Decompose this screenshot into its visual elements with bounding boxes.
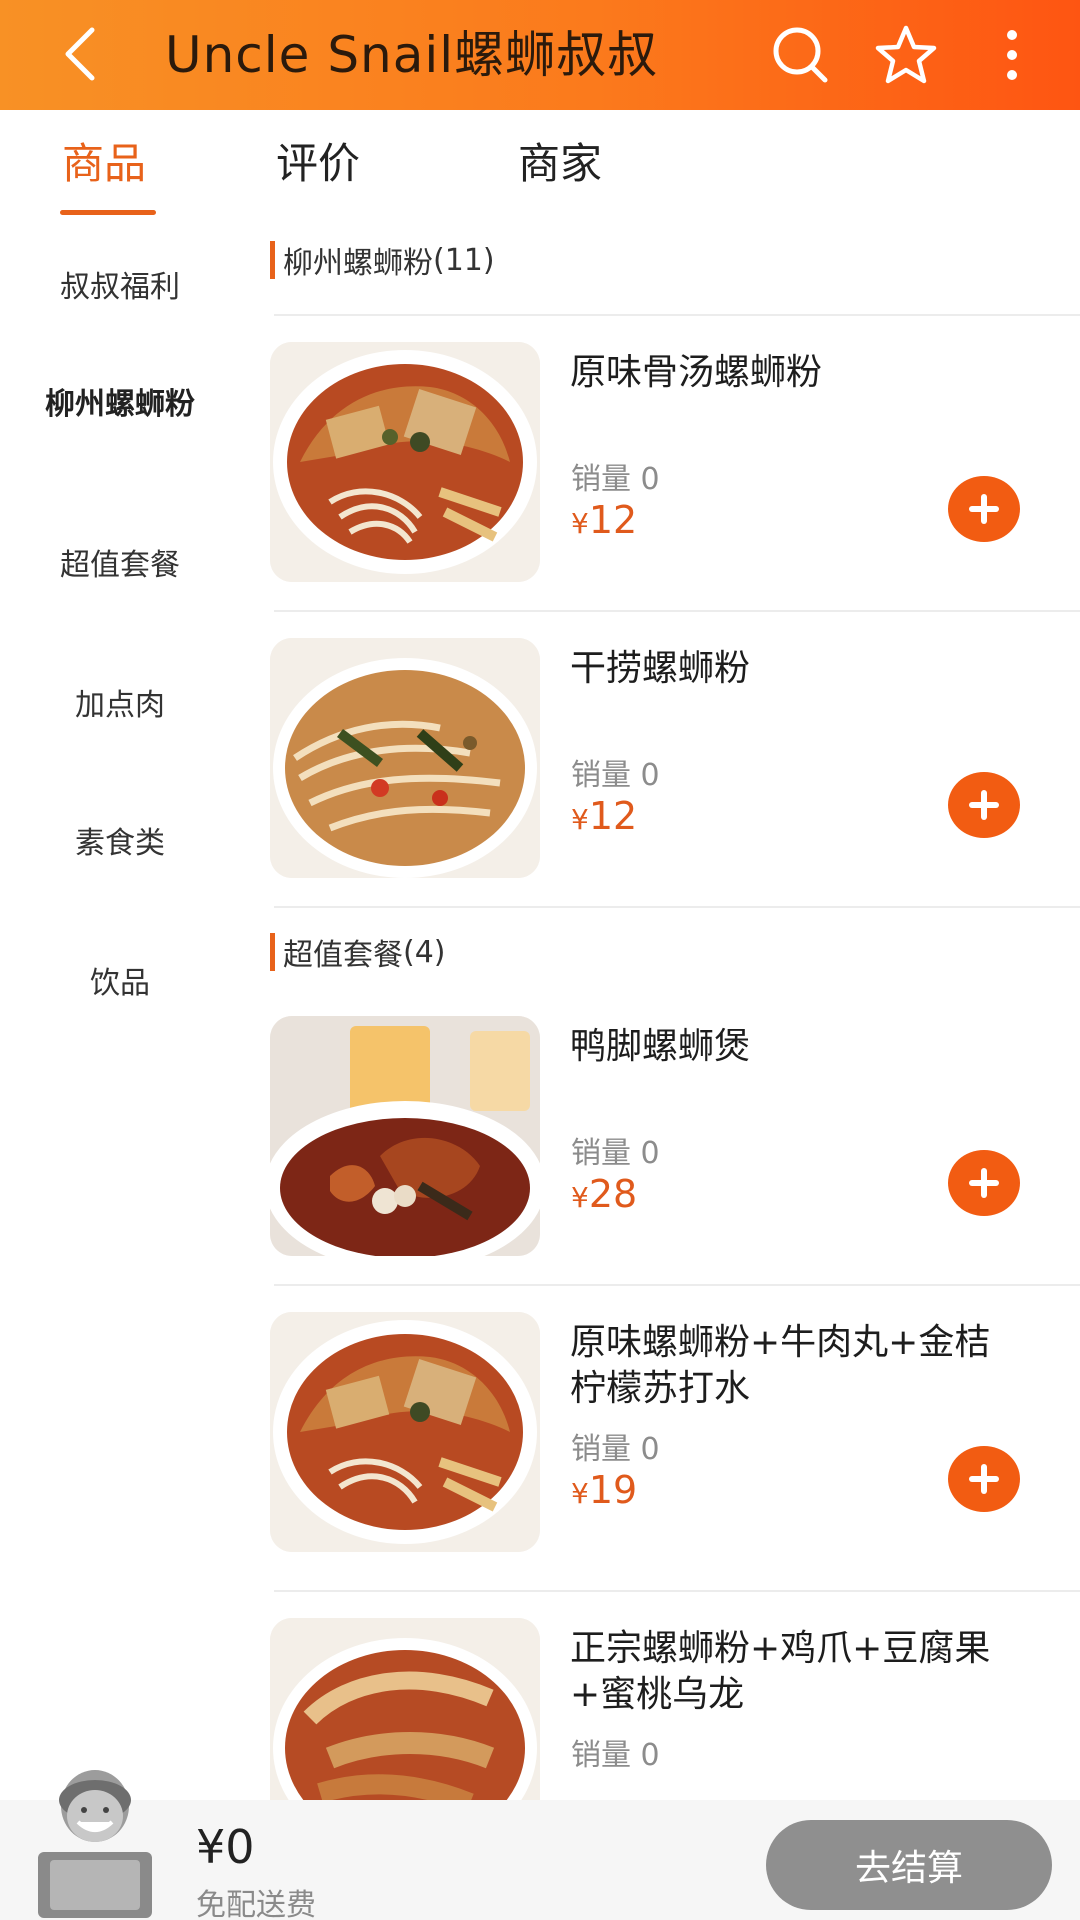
back-button[interactable] — [50, 14, 110, 94]
divider — [274, 1590, 1080, 1592]
plus-icon — [969, 790, 999, 820]
search-button[interactable] — [760, 12, 840, 98]
section-header: 超值套餐 (4) — [270, 930, 446, 974]
checkout-button[interactable]: 去结算 — [766, 1820, 1052, 1910]
divider — [274, 314, 1080, 316]
food-image — [270, 638, 540, 878]
item-price: ¥12 — [571, 498, 637, 542]
price-value: 12 — [588, 498, 638, 542]
list-item[interactable]: 正宗螺蛳粉+鸡爪+豆腐果+蜜桃乌龙 销量 0 — [240, 1618, 1080, 1800]
more-vertical-icon — [1007, 30, 1017, 80]
section-marker — [270, 241, 275, 279]
add-to-cart-button[interactable] — [948, 1150, 1020, 1216]
plus-icon — [969, 1168, 999, 1198]
sidebar-item-value-combo[interactable]: 超值套餐 — [0, 546, 240, 586]
favorite-button[interactable] — [866, 12, 946, 98]
item-sales: 销量 0 — [571, 1738, 660, 1773]
divider — [274, 906, 1080, 908]
list-item[interactable]: 鸭脚螺蛳煲 销量 0 ¥28 — [240, 1016, 1080, 1266]
list-item[interactable]: 原味螺蛳粉+牛肉丸+金桔柠檬苏打水 销量 0 ¥19 — [240, 1312, 1080, 1562]
section-count: (4) — [403, 934, 446, 970]
plus-icon — [969, 494, 999, 524]
tab-reviews[interactable]: 评价 — [276, 134, 360, 194]
page-title: Uncle Snail螺蛳叔叔 — [165, 26, 659, 84]
food-image — [270, 1312, 540, 1552]
list-item[interactable]: 原味骨汤螺蛳粉 销量 0 ¥12 — [240, 342, 1080, 592]
food-image — [270, 342, 540, 582]
list-item[interactable]: 干捞螺蛳粉 销量 0 ¥12 — [240, 638, 1080, 888]
search-icon — [773, 27, 828, 83]
section-count: (11) — [433, 242, 495, 278]
item-name: 鸭脚螺蛳煲 — [570, 1026, 751, 1067]
item-name: 干捞螺蛳粉 — [570, 648, 751, 689]
cart-total: ¥0 — [196, 1820, 255, 1874]
plus-icon — [969, 1464, 999, 1494]
sidebar-item-drinks[interactable]: 饮品 — [0, 964, 240, 1004]
product-list: 柳州螺蛳粉 (11) 原味骨汤螺蛳粉 销量 0 ¥12 干捞螺蛳粉 销量 0 ¥… — [240, 220, 1080, 1800]
currency-symbol: ¥ — [571, 1477, 589, 1510]
sidebar-item-extra-meat[interactable]: 加点肉 — [0, 686, 240, 726]
price-value: 28 — [588, 1172, 638, 1216]
app-root: Uncle Snail螺蛳叔叔 商品 评价 商家 叔叔福利 柳州螺蛳粉 超值套餐… — [0, 0, 1080, 1920]
currency-symbol: ¥ — [571, 803, 589, 836]
divider — [274, 610, 1080, 612]
price-value: 19 — [588, 1468, 638, 1512]
section-title: 超值套餐 — [283, 938, 403, 973]
tab-bar: 商品 评价 商家 — [0, 110, 1080, 220]
header-bar: Uncle Snail螺蛳叔叔 — [0, 0, 1080, 110]
category-sidebar: 叔叔福利 柳州螺蛳粉 超值套餐 加点肉 素食类 饮品 — [0, 220, 240, 1800]
add-to-cart-button[interactable] — [948, 772, 1020, 838]
currency-symbol: ¥ — [571, 507, 589, 540]
item-price: ¥19 — [571, 1468, 637, 1512]
section-title: 柳州螺蛳粉 — [283, 246, 433, 281]
more-button[interactable] — [972, 12, 1052, 98]
food-image — [270, 1618, 540, 1800]
sidebar-item-vegetarian[interactable]: 素食类 — [0, 824, 240, 864]
food-image — [270, 1016, 540, 1256]
cart-bar: ¥0 免配送费 去结算 — [0, 1770, 1080, 1920]
active-tab-indicator — [60, 210, 156, 215]
add-to-cart-button[interactable] — [948, 1446, 1020, 1512]
delivery-fee-label: 免配送费 — [196, 1888, 316, 1920]
divider — [274, 1284, 1080, 1286]
item-name: 原味螺蛳粉+牛肉丸+金桔柠檬苏打水 — [570, 1322, 991, 1409]
tab-goods[interactable]: 商品 — [62, 134, 146, 194]
star-icon — [875, 25, 937, 84]
currency-symbol: ¥ — [571, 1181, 589, 1214]
section-header: 柳州螺蛳粉 (11) — [270, 238, 495, 282]
item-price: ¥28 — [571, 1172, 637, 1216]
sidebar-item-uncle-welfare[interactable]: 叔叔福利 — [0, 268, 240, 308]
item-name: 正宗螺蛳粉+鸡爪+豆腐果+蜜桃乌龙 — [570, 1628, 991, 1715]
item-name: 原味骨汤螺蛳粉 — [570, 352, 823, 393]
back-chevron-icon — [65, 27, 95, 81]
tab-merchant[interactable]: 商家 — [518, 134, 602, 194]
item-price: ¥12 — [571, 794, 637, 838]
section-marker — [270, 933, 275, 971]
item-sales: 销量 0 — [571, 1136, 660, 1171]
add-to-cart-button[interactable] — [948, 476, 1020, 542]
item-sales: 销量 0 — [571, 462, 660, 497]
item-sales: 销量 0 — [571, 758, 660, 793]
item-sales: 销量 0 — [571, 1432, 660, 1467]
cart-mascot-icon[interactable] — [20, 1760, 170, 1920]
price-value: 12 — [588, 794, 638, 838]
sidebar-item-liuzhou-noodles[interactable]: 柳州螺蛳粉 — [0, 386, 240, 424]
